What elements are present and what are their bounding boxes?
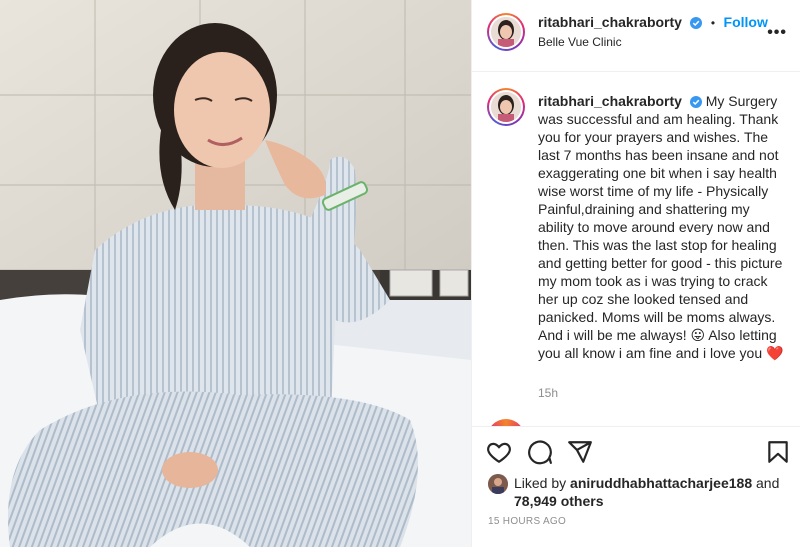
avatar-image: [491, 92, 521, 122]
post-timestamp[interactable]: 15 HOURS AGO: [488, 516, 566, 527]
bookmark-icon[interactable]: [765, 439, 791, 465]
caption-timestamp[interactable]: 15h: [538, 386, 558, 400]
liked-by-user[interactable]: aniruddhabhattacharjee188: [570, 475, 752, 491]
author-username[interactable]: ritabhari_chakraborty: [538, 14, 682, 30]
avatar-image: [488, 474, 508, 494]
heart-icon[interactable]: [486, 439, 512, 465]
avatar-image: [491, 17, 521, 47]
author-avatar[interactable]: [487, 13, 525, 51]
caption-avatar[interactable]: [487, 88, 525, 126]
liked-by-label: Liked by: [514, 475, 567, 491]
post-header: ritabhari_chakraborty • Follow Belle Vue…: [472, 0, 800, 72]
separator-dot: •: [710, 16, 716, 30]
comment-avatar[interactable]: [487, 419, 525, 426]
comment-icon[interactable]: [527, 439, 553, 465]
verified-badge-icon: [690, 17, 703, 29]
follow-button[interactable]: Follow: [724, 14, 768, 30]
caption-username[interactable]: ritabhari_chakraborty: [538, 93, 682, 109]
post-image: [0, 0, 471, 547]
more-options-icon[interactable]: •••: [767, 24, 787, 42]
likes-count[interactable]: 78,949 others: [514, 493, 604, 509]
share-icon[interactable]: [567, 439, 593, 465]
post-location[interactable]: Belle Vue Clinic: [538, 35, 622, 49]
caption-text: My Surgery was successful and am healing…: [538, 93, 783, 361]
post-caption: ritabhari_chakraborty My Surgery was suc…: [538, 92, 788, 362]
verified-badge-icon: [689, 96, 702, 108]
heart-emoji-icon: ❤️: [766, 345, 784, 361]
liker-avatar[interactable]: [488, 474, 508, 494]
post-side-panel: ritabhari_chakraborty • Follow Belle Vue…: [471, 0, 800, 547]
action-bar: [472, 426, 800, 474]
comments-area: ritabhari_chakraborty My Surgery was suc…: [472, 73, 800, 426]
liked-by-and: and: [756, 475, 780, 491]
post-photo[interactable]: [0, 0, 471, 547]
